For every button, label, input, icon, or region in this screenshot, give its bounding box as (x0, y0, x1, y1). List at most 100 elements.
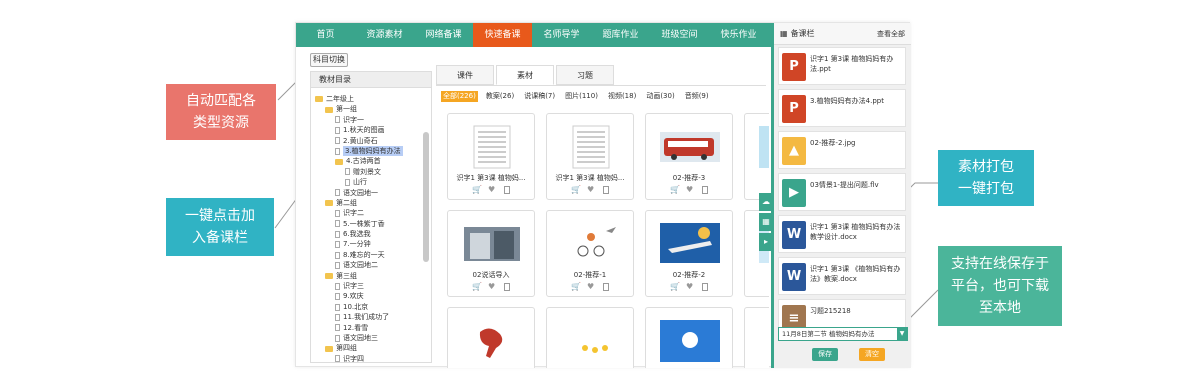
filter-option[interactable]: 全部(226) (441, 91, 478, 102)
tree-node[interactable]: 7.一分钟 (311, 239, 431, 249)
resource-card[interactable] (447, 307, 535, 368)
heart-icon[interactable]: ♥ (686, 186, 694, 194)
resource-card[interactable]: 02-推荐-2 🛒 ♥ (645, 210, 733, 297)
filter-option[interactable]: 动画(30) (644, 91, 676, 102)
word-file-icon: W (782, 221, 806, 249)
resource-card[interactable] (546, 307, 634, 368)
heart-icon[interactable]: ♥ (686, 283, 694, 291)
content-tab[interactable]: 素材 (496, 65, 554, 85)
tree-node[interactable]: 5.一株紫丁香 (311, 219, 431, 229)
tree-node[interactable]: 语文园地一 (311, 188, 431, 198)
nav-tab[interactable]: 题库作业 (591, 23, 650, 47)
download-icon[interactable] (504, 283, 510, 291)
tree-node[interactable]: 9.欢庆 (311, 291, 431, 301)
sidebar-file-item[interactable]: P 3.植物妈妈有办法4.ppt (778, 89, 906, 127)
resource-card[interactable] (645, 307, 733, 368)
sidebar-file-item[interactable]: ▶ 03情景1-提出问题.flv (778, 173, 906, 211)
heart-icon[interactable]: ♥ (587, 283, 595, 291)
sidebar-file-item[interactable]: ▲ 02-推荐-2.jpg (778, 131, 906, 169)
nav-tab[interactable]: 班级空间 (650, 23, 709, 47)
nav-tab[interactable]: 资源素材 (355, 23, 414, 47)
content-tab-divider (436, 85, 766, 86)
tree-node[interactable]: 6.我选我 (311, 229, 431, 239)
tree-node[interactable]: 4.古诗两首 (311, 156, 431, 166)
save-button[interactable]: 保存 (812, 348, 838, 361)
download-icon[interactable] (702, 283, 708, 291)
add-to-cart-icon[interactable]: 🛒 (670, 186, 680, 194)
tree-node[interactable]: 3.植物妈妈有办法 (311, 145, 431, 157)
sidebar-title: 备课栏 (790, 29, 815, 38)
tree-node[interactable]: 第一组 (311, 104, 431, 114)
heart-icon[interactable]: ♥ (488, 186, 496, 194)
resource-card[interactable]: 01🛒♥ (744, 113, 769, 200)
tree-node[interactable]: 12.看雪 (311, 323, 431, 333)
tree-node[interactable]: 识字四 (311, 354, 431, 362)
filter-option[interactable]: 说课稿(7) (522, 91, 557, 102)
tree-node[interactable]: 山行 (311, 177, 431, 187)
add-to-cart-icon[interactable]: 🛒 (472, 186, 482, 194)
content-tab[interactable]: 课件 (436, 65, 494, 85)
heart-icon[interactable]: ♥ (587, 186, 595, 194)
content-tab[interactable]: 习题 (556, 65, 614, 85)
download-icon[interactable] (603, 283, 609, 291)
document-icon (335, 282, 340, 290)
nav-tab[interactable]: 网络备课 (414, 23, 473, 47)
callout-pack: 素材打包 一键打包 (938, 150, 1034, 206)
tree-node[interactable]: 第四组 (311, 343, 431, 353)
sidebar-file-item[interactable]: P 识字1 第3课 植物妈妈有办法.ppt (778, 47, 906, 85)
folder-icon (325, 345, 333, 352)
tree-node[interactable]: 识字三 (311, 281, 431, 291)
heart-icon[interactable]: ♥ (488, 283, 496, 291)
filter-option[interactable]: 视频(18) (606, 91, 638, 102)
nav-tab[interactable]: 首页 (296, 23, 355, 47)
resource-card[interactable] (744, 307, 769, 368)
tree-node[interactable]: 10.北京 (311, 302, 431, 312)
resource-card[interactable]: 识字1 第3课 植物妈... 🛒 ♥ (546, 113, 634, 200)
resource-card[interactable]: 02-推荐-3 🛒 ♥ (645, 113, 733, 200)
cloud-icon[interactable]: ☁ (759, 193, 773, 211)
filter-option[interactable]: 音频(9) (683, 91, 711, 102)
tree-header: 教材目录 (311, 72, 431, 88)
add-to-cart-icon[interactable]: 🛒 (472, 283, 482, 291)
download-icon[interactable] (504, 186, 510, 194)
subject-switch-button[interactable]: 科目切换 (310, 53, 348, 67)
sidebar-file-item[interactable]: W 识字1 第3课 植物妈妈有办法教学设计.docx (778, 215, 906, 253)
resource-card[interactable]: 识字1 第3课 植物妈... 🛒 ♥ (447, 113, 535, 200)
resource-card[interactable]: 02-推荐-1 🛒 ♥ (546, 210, 634, 297)
add-to-cart-icon[interactable]: 🛒 (571, 283, 581, 291)
add-to-cart-icon[interactable]: 🛒 (670, 283, 680, 291)
nav-tab[interactable]: 快乐作业 (709, 23, 768, 47)
resource-card[interactable]: 02说话导入 🛒 ♥ (447, 210, 535, 297)
tree-node[interactable]: 识字二 (311, 208, 431, 218)
tree-node[interactable]: 语文园地二 (311, 260, 431, 270)
tree-node[interactable]: 8.难忘的一天 (311, 250, 431, 260)
nav-tab[interactable]: 名师导学 (532, 23, 591, 47)
tree-node[interactable]: 2.黄山奇石 (311, 136, 431, 146)
tree-node-label: 4.古诗两首 (346, 157, 381, 166)
tree-node[interactable]: 第三组 (311, 271, 431, 281)
tree-node[interactable]: 识字一 (311, 115, 431, 125)
tree-node[interactable]: 11.我们成功了 (311, 312, 431, 322)
view-all-link[interactable]: 查看全部 (877, 29, 905, 39)
nav-tab[interactable]: 快速备课 (473, 23, 532, 47)
download-icon[interactable] (702, 186, 708, 194)
add-to-cart-icon[interactable]: 🛒 (571, 186, 581, 194)
tree-node[interactable]: 1.秋天的图画 (311, 125, 431, 135)
grid-icon[interactable]: ▦ (759, 213, 773, 231)
file-name: 3.植物妈妈有办法4.ppt (810, 97, 884, 105)
download-icon[interactable] (603, 186, 609, 194)
collapse-icon[interactable]: ▸ (759, 233, 773, 251)
tree-node[interactable]: 二年级上 (311, 94, 431, 104)
tree-node[interactable]: 语文园地三 (311, 333, 431, 343)
filter-option[interactable]: 教案(26) (484, 91, 516, 102)
tree-scrollbar[interactable] (423, 132, 429, 262)
resource-title: 02说话导入 (472, 271, 510, 279)
clear-button[interactable]: 清空 (859, 348, 885, 361)
filter-option[interactable]: 图片(110) (563, 91, 600, 102)
save-name-value[interactable]: 11月8日第二节 植物妈妈有办法 (779, 328, 897, 340)
sidebar-file-item[interactable]: W 识字1 第3课 《植物妈妈有办法》教案.docx (778, 257, 906, 295)
save-name-field[interactable]: 11月8日第二节 植物妈妈有办法 ▼ (778, 327, 908, 341)
tree-node[interactable]: 第二组 (311, 198, 431, 208)
tree-node[interactable]: 赠刘景文 (311, 167, 431, 177)
chevron-down-icon[interactable]: ▼ (897, 328, 907, 340)
